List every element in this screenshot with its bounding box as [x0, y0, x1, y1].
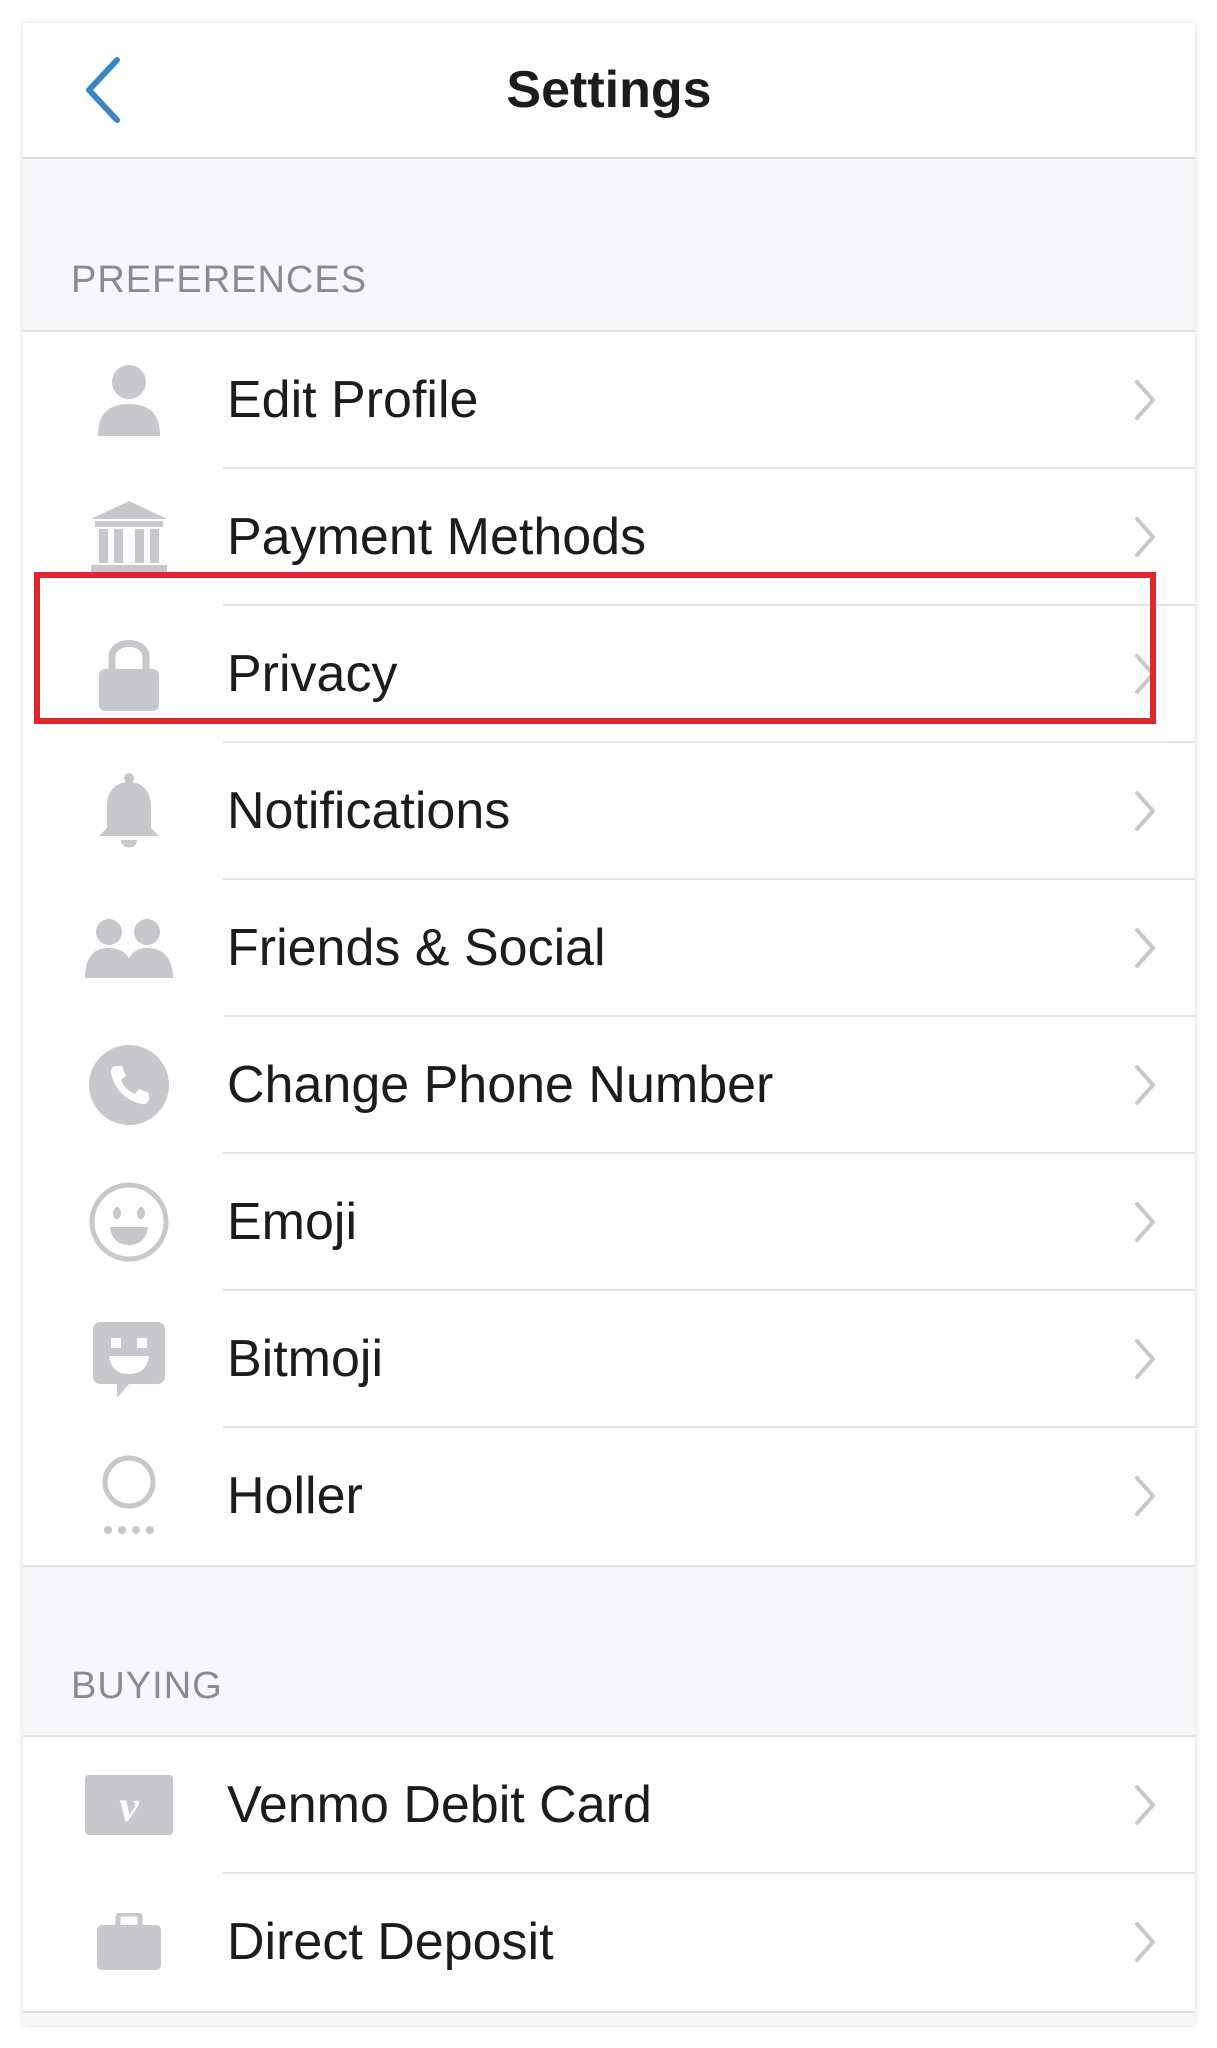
settings-item-label: Friends & Social: [227, 919, 606, 977]
buying-list: v Venmo Debit Card Direct Deposit: [23, 1735, 1195, 2013]
preferences-list: Edit Profile Payment Methods Privacy Not…: [23, 330, 1195, 1567]
bell-icon: [79, 771, 179, 851]
section-header-buying: BUYING: [71, 1665, 223, 1707]
lock-icon: [79, 634, 179, 714]
settings-item-change-phone-number[interactable]: Change Phone Number: [23, 1017, 1195, 1154]
settings-item-venmo-debit-card[interactable]: v Venmo Debit Card: [23, 1737, 1195, 1874]
settings-item-label: Notifications: [227, 782, 511, 840]
chevron-right-icon: [1135, 1476, 1155, 1516]
bank-icon: [79, 497, 179, 577]
settings-item-label: Holler: [227, 1467, 363, 1525]
chevron-right-icon: [1135, 1065, 1155, 1105]
smiley-icon: [79, 1182, 179, 1262]
chevron-right-icon: [1135, 380, 1155, 420]
settings-item-edit-profile[interactable]: Edit Profile: [23, 332, 1195, 469]
settings-item-bitmoji[interactable]: Bitmoji: [23, 1291, 1195, 1428]
settings-item-label: Edit Profile: [227, 371, 479, 429]
settings-item-holler[interactable]: Holler: [23, 1428, 1195, 1565]
settings-item-direct-deposit[interactable]: Direct Deposit: [23, 1874, 1195, 2011]
settings-item-label: Change Phone Number: [227, 1056, 774, 1114]
chevron-right-icon: [1135, 654, 1155, 694]
settings-item-label: Payment Methods: [227, 508, 647, 566]
chevron-right-icon: [1135, 1202, 1155, 1242]
settings-item-friends-social[interactable]: Friends & Social: [23, 880, 1195, 1017]
settings-item-emoji[interactable]: Emoji: [23, 1154, 1195, 1291]
briefcase-icon: [79, 1902, 179, 1982]
settings-item-label: Bitmoji: [227, 1330, 384, 1388]
settings-item-label: Emoji: [227, 1193, 358, 1251]
settings-item-privacy[interactable]: Privacy: [23, 606, 1195, 743]
settings-item-notifications[interactable]: Notifications: [23, 743, 1195, 880]
settings-item-label: Venmo Debit Card: [227, 1776, 652, 1834]
chevron-right-icon: [1135, 1339, 1155, 1379]
section-header-preferences: PREFERENCES: [71, 259, 368, 301]
settings-item-label: Direct Deposit: [227, 1913, 554, 1971]
settings-item-payment-methods[interactable]: Payment Methods: [23, 469, 1195, 606]
settings-item-label: Privacy: [227, 645, 398, 703]
holler-icon: [79, 1455, 179, 1536]
bitmoji-icon: [79, 1319, 179, 1399]
chevron-right-icon: [1135, 1922, 1155, 1962]
settings-screen: Settings PREFERENCES Edit Profile Paymen…: [23, 23, 1195, 2025]
phone-icon: [79, 1045, 179, 1125]
person-icon: [79, 360, 179, 440]
chevron-right-icon: [1135, 791, 1155, 831]
svg-text:v: v: [119, 1782, 139, 1831]
page-title: Settings: [506, 61, 712, 119]
friends-icon: [79, 908, 179, 988]
navigation-bar: Settings: [23, 23, 1195, 159]
chevron-right-icon: [1135, 517, 1155, 557]
chevron-right-icon: [1135, 928, 1155, 968]
venmo-card-icon: v: [79, 1765, 179, 1845]
chevron-right-icon: [1135, 1785, 1155, 1825]
